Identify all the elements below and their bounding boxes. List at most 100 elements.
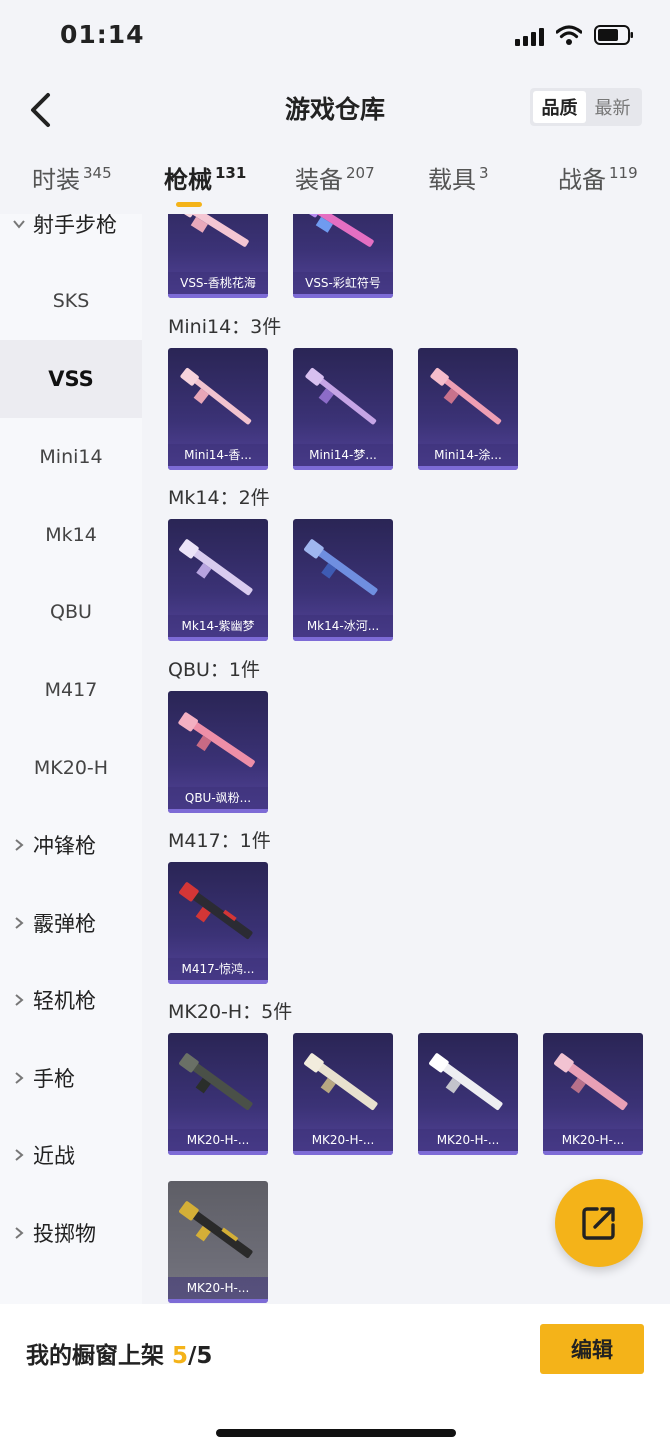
weapon-card-name: Mk14-紫幽梦 <box>168 615 268 637</box>
weapon-card[interactable]: VSS-彩虹符号 <box>293 214 393 298</box>
edit-button[interactable]: 编辑 <box>540 1324 644 1374</box>
tab-equipment[interactable]: 装备 207 <box>295 160 375 195</box>
weapon-card-name: M417-惊鸿... <box>168 958 268 980</box>
rarity-bar <box>293 294 393 298</box>
showcase-status: 我的橱窗上架 5/5 <box>26 1336 212 1370</box>
sort-option-newest[interactable]: 最新 <box>586 91 639 123</box>
gun-icon <box>305 367 377 425</box>
sidebar-category-smg[interactable]: 冲锋枪 <box>12 825 96 865</box>
rarity-bar <box>168 637 268 641</box>
rarity-bar <box>293 637 393 641</box>
sidebar-category-label: 手枪 <box>33 1067 75 1091</box>
gun-icon <box>179 214 249 247</box>
gun-icon <box>304 539 378 596</box>
sidebar-item-qbu[interactable]: QBU <box>0 573 142 651</box>
sidebar-category-label: 投掷物 <box>33 1222 96 1246</box>
tab-vehicles[interactable]: 载具 3 <box>428 160 489 195</box>
sidebar-category-melee[interactable]: 近战 <box>12 1135 75 1175</box>
rarity-bar <box>293 1151 393 1155</box>
group-label: QBU：1件 <box>168 659 260 681</box>
showcase-label: 我的橱窗上架 <box>26 1343 164 1369</box>
sidebar-item-mk20h[interactable]: MK20-H <box>0 729 142 807</box>
tab-count: 131 <box>215 164 247 182</box>
gun-icon <box>180 367 252 425</box>
wifi-icon <box>556 25 582 45</box>
status-time: 01:14 <box>60 20 145 49</box>
sidebar-category-pistol[interactable]: 手枪 <box>12 1058 75 1098</box>
status-bar: 01:14 <box>0 0 670 74</box>
gun-icon <box>179 882 253 939</box>
gun-icon <box>304 1053 378 1110</box>
weapon-card-name: MK20-H-... <box>418 1129 518 1151</box>
group-label: MK20-H：5件 <box>168 1001 293 1023</box>
rarity-bar <box>168 1299 268 1303</box>
tab-count: 345 <box>83 164 112 182</box>
weapon-card[interactable]: MK20-H-... <box>168 1181 268 1303</box>
weapon-card[interactable]: Mk14-紫幽梦 <box>168 519 268 641</box>
weapon-card-name: VSS-香桃花海 <box>168 272 268 294</box>
tab-weapons[interactable]: 枪械 131 <box>164 160 246 195</box>
chevron-right-icon <box>15 839 24 851</box>
weapon-card[interactable]: MK20-H-... <box>293 1033 393 1155</box>
battery-icon <box>594 25 633 45</box>
weapon-card-name: Mini14-梦... <box>293 444 393 466</box>
rarity-bar <box>543 1151 643 1155</box>
tab-label: 战备 <box>558 166 606 194</box>
sort-option-quality[interactable]: 品质 <box>533 91 586 123</box>
weapon-card[interactable]: Mini14-梦... <box>293 348 393 470</box>
weapon-card-name: MK20-H-... <box>543 1129 643 1151</box>
sidebar-category-shotgun[interactable]: 霰弹枪 <box>12 903 96 943</box>
weapon-card[interactable]: Mini14-香... <box>168 348 268 470</box>
rarity-bar <box>418 466 518 470</box>
sidebar-item-sks[interactable]: SKS <box>0 262 142 340</box>
header: 游戏仓库 品质 最新 <box>0 74 670 148</box>
group-label: M417：1件 <box>168 830 271 852</box>
rarity-bar <box>418 1151 518 1155</box>
sidebar-item-mk14[interactable]: Mk14 <box>0 496 142 574</box>
gun-icon <box>179 1201 253 1258</box>
chevron-right-icon <box>15 1227 24 1239</box>
chevron-right-icon <box>15 917 24 929</box>
weapon-card[interactable]: MK20-H-... <box>168 1033 268 1155</box>
weapon-card-name: Mini14-香... <box>168 444 268 466</box>
weapon-card[interactable]: Mini14-涂... <box>418 348 518 470</box>
rarity-bar <box>168 1151 268 1155</box>
gun-icon <box>178 712 255 768</box>
tab-count: 3 <box>479 164 489 182</box>
weapon-card[interactable]: QBU-飒粉... <box>168 691 268 813</box>
share-button[interactable] <box>555 1179 643 1267</box>
group-label: Mk14：2件 <box>168 487 270 509</box>
group-label: Mini14：3件 <box>168 316 282 338</box>
active-tab-indicator <box>176 202 202 207</box>
home-indicator <box>216 1429 456 1437</box>
rarity-bar <box>168 809 268 813</box>
weapon-card[interactable]: MK20-H-... <box>543 1033 643 1155</box>
tab-count: 119 <box>609 164 638 182</box>
tab-supplies[interactable]: 战备 119 <box>558 160 638 195</box>
sidebar-category-label: 冲锋枪 <box>33 834 96 858</box>
tab-label: 枪械 <box>164 166 212 194</box>
sidebar-item-m417[interactable]: M417 <box>0 651 142 729</box>
weapon-card[interactable]: M417-惊鸿... <box>168 862 268 984</box>
tab-outfits[interactable]: 时装 345 <box>32 160 112 195</box>
gun-icon <box>179 1053 253 1110</box>
rarity-bar <box>293 466 393 470</box>
rarity-bar <box>168 466 268 470</box>
sidebar-item-mini14[interactable]: Mini14 <box>0 418 142 496</box>
weapon-card[interactable]: MK20-H-... <box>418 1033 518 1155</box>
sidebar-category-marksman[interactable]: 射手步枪 <box>12 214 117 244</box>
weapon-card[interactable]: VSS-香桃花海 <box>168 214 268 298</box>
weapon-card-name: Mk14-冰河... <box>293 615 393 637</box>
sort-toggle: 品质 最新 <box>530 88 642 126</box>
showcase-current: 5 <box>172 1343 189 1369</box>
gun-icon <box>179 539 253 596</box>
sidebar-category-label: 射手步枪 <box>33 214 117 237</box>
gun-icon <box>554 1053 628 1110</box>
rarity-bar <box>168 294 268 298</box>
category-tabs: 时装 345 枪械 131 装备 207 载具 3 战备 119 <box>0 148 670 214</box>
sidebar-item-vss[interactable]: VSS <box>0 340 142 418</box>
weapon-card[interactable]: Mk14-冰河... <box>293 519 393 641</box>
sidebar-category-lmg[interactable]: 轻机枪 <box>12 980 96 1020</box>
sidebar-category-throwable[interactable]: 投掷物 <box>12 1213 96 1253</box>
weapon-card-name: MK20-H-... <box>168 1277 268 1299</box>
